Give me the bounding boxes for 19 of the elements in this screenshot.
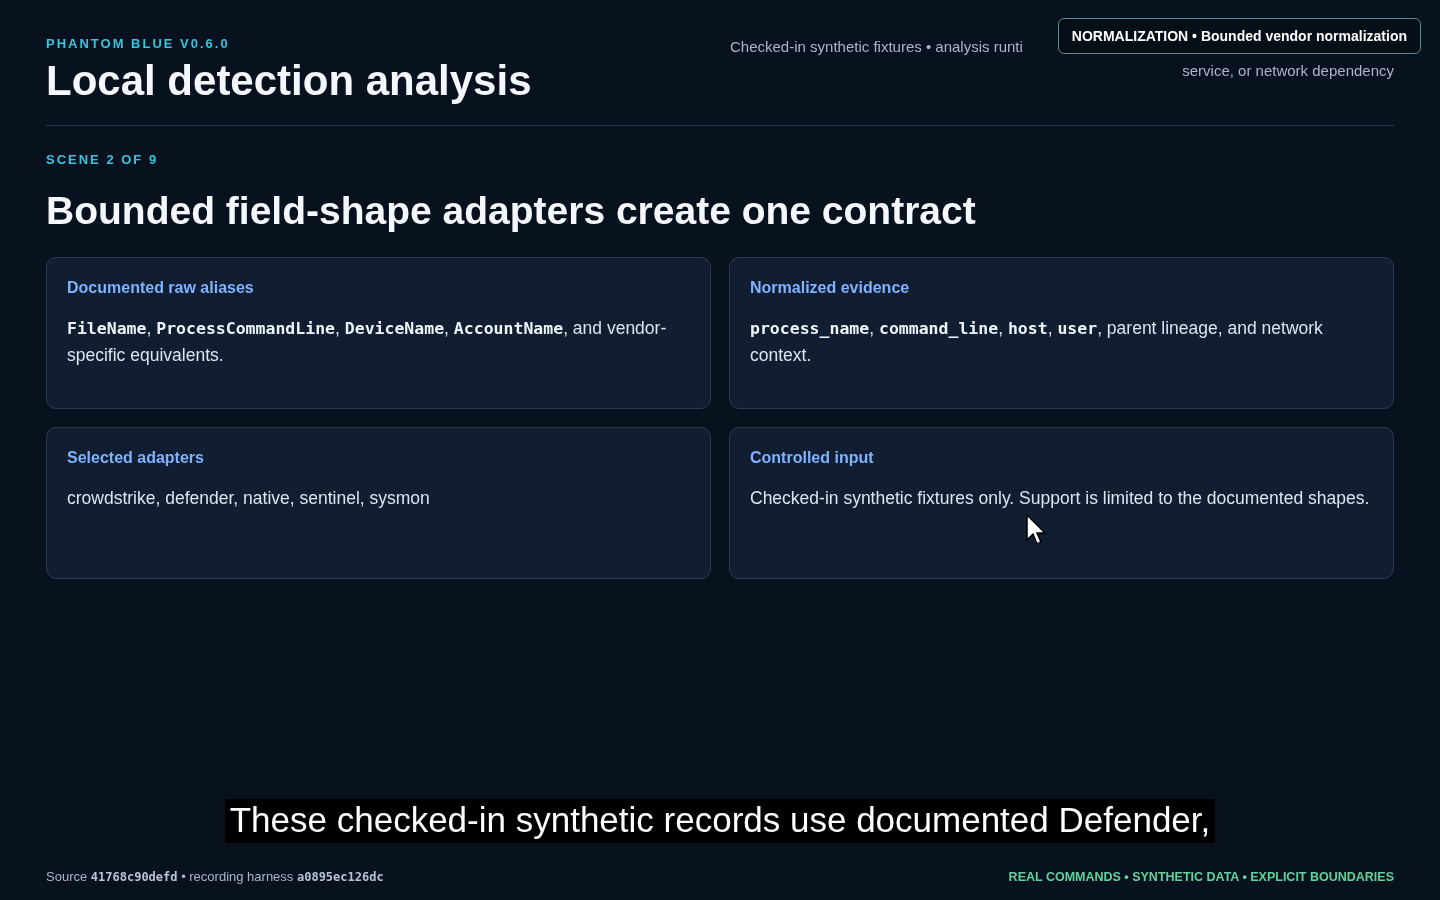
app-version-label: PHANTOM BLUE V0.6.0 bbox=[46, 36, 231, 51]
card-text: crowdstrike, defender, native, sentinel, sysmon bbox=[67, 487, 431, 510]
tooltip: NORMALIZATION • Bounded vendor normalization bbox=[1057, 18, 1421, 54]
mouse-pointer-icon bbox=[1026, 514, 1048, 546]
card-text: process_name, command_line, host, user, parent lineage, and network context. bbox=[750, 317, 1324, 367]
card-title: Selected adapters bbox=[67, 449, 205, 467]
header-note: service, or network dependency bbox=[1182, 62, 1394, 79]
tagline: REAL COMMANDS • SYNTHETIC DATA • EXPLICIT BOUNDARIES bbox=[1008, 869, 1394, 884]
header-note: Checked-in synthetic fixtures • analysis runti bbox=[730, 38, 1023, 55]
scene-label: SCENE 2 OF 9 bbox=[46, 152, 160, 167]
source-info: Source 41768c90defd • recording harness a0895ec126dc bbox=[46, 869, 384, 884]
card-title: Controlled input bbox=[750, 449, 875, 467]
card-title: Documented raw aliases bbox=[67, 279, 255, 297]
card-text: FileName, ProcessCommandLine, DeviceName, AccountName, and vendor-specific equivalents. bbox=[67, 317, 668, 367]
card-text: Checked-in synthetic fixtures only. Support is limited to the documented shapes. bbox=[750, 487, 1371, 510]
card-title: Normalized evidence bbox=[750, 279, 911, 297]
page-title: Local detection analysis bbox=[46, 57, 532, 105]
subtitle-caption: These checked-in synthetic records use documented Defender, bbox=[224, 799, 1216, 843]
scene-heading: Bounded field-shape adapters create one contract bbox=[46, 189, 977, 233]
